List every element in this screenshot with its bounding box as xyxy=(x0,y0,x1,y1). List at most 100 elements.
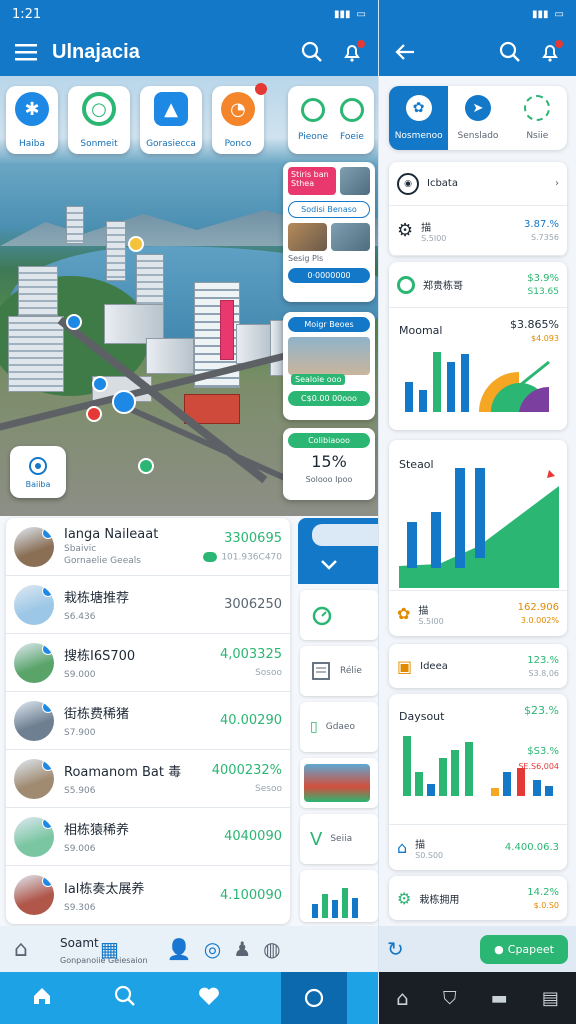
strip-chart-tile[interactable] xyxy=(300,870,378,922)
cta-button[interactable]: ● Cpapeet xyxy=(480,934,568,964)
chart-card[interactable]: Daysout $23.% $S3.% SE.S6,004 ⌂ 描 S0.S00 … xyxy=(389,694,567,870)
card-pill[interactable]: Colibiaooo xyxy=(288,433,370,448)
stat-row[interactable]: ✿ 描 S.5I00 162.906 3.0.002% xyxy=(389,590,567,636)
back-arrow-icon[interactable] xyxy=(391,38,419,66)
place-value: 4.100090 xyxy=(219,887,282,903)
stat-sub: S0.S00 xyxy=(415,850,444,860)
stat-card[interactable]: ⚙ 栽栋拥用 14.2% $.0.S0 xyxy=(389,876,567,920)
info-card[interactable]: Stiris ban Sthea Sodisi Benaso Sesig Pls… xyxy=(283,162,375,302)
list-item[interactable]: 栽栋塘推荐 S6.436 3006250 xyxy=(6,576,290,634)
location-row[interactable]: ◉ Icbata › xyxy=(389,162,567,206)
group-icon[interactable]: ♟ xyxy=(233,937,251,961)
card-pill[interactable]: Sodisi Benaso xyxy=(288,201,370,218)
list-item[interactable]: 相栋猿稀养 S9.006 4040090 xyxy=(6,808,290,866)
list-item[interactable]: Ianga Naileaat Sbaivic Gornaelie Geeals 330… xyxy=(6,518,290,576)
notification-bell-icon[interactable] xyxy=(338,38,366,66)
stat-value: 123.% xyxy=(527,654,559,666)
home-icon[interactable]: ⌂ xyxy=(396,986,409,1010)
heart-icon[interactable] xyxy=(198,986,220,1010)
strip-tile[interactable]: V Seiia xyxy=(300,814,378,864)
category-label: Gorasiecca xyxy=(146,139,196,149)
search-icon[interactable] xyxy=(298,38,326,66)
map-pin-icon[interactable] xyxy=(92,376,108,392)
stat-row[interactable]: ⌂ 描 S0.S00 4.400.06.3 xyxy=(389,824,567,870)
chart-card[interactable]: Steaol ✿ 描 S.5I00 162.906 3.0.002% xyxy=(389,440,567,636)
tab-nosmenoo[interactable]: ✿ Nosmenoo xyxy=(389,86,449,150)
user-icon[interactable]: 👤 xyxy=(167,937,192,961)
place-title: Ianga Naileaat xyxy=(64,527,159,542)
nav-item-selected[interactable] xyxy=(281,972,348,1024)
check-icon: V xyxy=(310,828,323,850)
chart-card[interactable]: 郑贵栋哥 $3.9% S13.65 Moomal $3.865% $4.093 xyxy=(389,262,567,430)
stat-sub: S.5I00 xyxy=(421,233,447,243)
map-pin-icon[interactable] xyxy=(86,406,102,422)
list-item[interactable]: 搜栋I6S700 S9.000 4,003325 Sosoo xyxy=(6,634,290,692)
category-sonmeit[interactable]: ○ Sonmeit xyxy=(68,86,130,154)
place-subvalue-wrap: 101.936C470 xyxy=(203,551,282,562)
chat-icon: ● xyxy=(494,942,504,956)
app-bar: Ulnajacia xyxy=(0,28,378,76)
stat-sub-value: S13.65 xyxy=(527,286,559,297)
gauge-icon[interactable]: ◎ xyxy=(204,937,221,961)
stat-value: 162.906 xyxy=(517,602,559,613)
secondary-nav: ↻ ● Cpapeet xyxy=(379,926,576,972)
chevron-down-icon[interactable] xyxy=(320,558,338,572)
window-icon[interactable]: ▤ xyxy=(542,988,559,1009)
category-group-right[interactable]: Pieone Foeie xyxy=(288,86,374,154)
category-haiba[interactable]: ✱ Haiba xyxy=(6,86,58,154)
search-icon[interactable] xyxy=(114,985,136,1011)
card-percent: 15% xyxy=(311,452,347,471)
card-pill[interactable]: Moigr Beoes xyxy=(288,317,370,332)
map-pin-icon[interactable] xyxy=(112,390,136,414)
notification-bell-icon[interactable] xyxy=(536,38,564,66)
info-card[interactable]: Moigr Beoes Sealoie ooo C$0.00 00ooo xyxy=(283,312,375,420)
stat-row[interactable]: ⚙ 描 S.5I00 3.87.% S.7356 xyxy=(389,206,567,256)
stat-row[interactable]: ⚙ 栽栋拥用 14.2% $.0.S0 xyxy=(389,876,567,920)
shield-icon[interactable]: ⛉ xyxy=(443,988,457,1009)
target-icon xyxy=(524,95,551,121)
gear-icon: ⚙ xyxy=(397,888,412,908)
menu-icon[interactable] xyxy=(12,38,40,66)
toggle-switch[interactable] xyxy=(203,551,218,562)
card-button[interactable]: 0·0000000 xyxy=(288,268,370,283)
info-card[interactable]: Colibiaooo 15% Solooo Ipoo xyxy=(283,428,375,500)
map-pin-icon[interactable] xyxy=(66,314,82,330)
strip-tile[interactable] xyxy=(300,758,378,808)
globe-icon[interactable]: ◍ xyxy=(263,937,280,961)
card-button[interactable]: C$0.00 00ooo xyxy=(288,391,370,406)
refresh-icon[interactable]: ↻ xyxy=(387,937,404,961)
list-item[interactable]: Ial栋奏太展养 S9.306 4.100090 xyxy=(6,866,290,924)
place-subtitle: Sbaivic xyxy=(64,544,97,554)
strip-tile[interactable]: ▯ Gdaeo xyxy=(300,702,378,752)
list-item[interactable]: 街栋费稀猪 S7.900 40.00290 xyxy=(6,692,290,750)
thumbnail-image xyxy=(288,337,370,375)
strip-tile[interactable]: Rélie xyxy=(300,646,378,696)
map-pin-icon[interactable] xyxy=(128,236,144,252)
place-subtitle: S5.906 xyxy=(64,786,96,796)
category-ponco[interactable]: ◔ Ponco xyxy=(212,83,267,154)
place-subtitle: S9.306 xyxy=(64,902,96,913)
stat-sub: S.5I00 xyxy=(418,616,444,626)
folder-icon[interactable]: ▬ xyxy=(491,988,508,1009)
location-label: Icbata xyxy=(427,178,458,189)
map-pin-icon[interactable] xyxy=(138,458,154,474)
thumbnail-image xyxy=(340,167,370,195)
stat-sub-value: S.7356 xyxy=(531,233,559,242)
tab-nsiie[interactable]: Nsiie xyxy=(508,86,567,150)
tab-senslado[interactable]: ➤ Senslado xyxy=(448,86,507,150)
strip-search-bar[interactable] xyxy=(312,524,378,546)
strip-tile[interactable] xyxy=(300,590,378,640)
place-subtitle: S6.436 xyxy=(64,612,96,622)
category-gorasiecca[interactable]: ▲ Gorasiecca xyxy=(140,86,202,154)
notification-dot xyxy=(555,40,563,48)
list-item[interactable]: Roamanom Bat 毒 S5.906 4000232% Sesoo xyxy=(6,750,290,808)
locate-button[interactable]: Baiiba xyxy=(10,446,66,498)
home-outline-icon[interactable]: ⌂ xyxy=(14,937,28,962)
stat-card[interactable]: ▣ Ideea 123.% S3.8,06 xyxy=(389,644,567,688)
stat-row[interactable]: ▣ Ideea 123.% S3.8,06 xyxy=(389,644,567,688)
home-icon[interactable] xyxy=(31,985,53,1011)
stat-row[interactable]: 郑贵栋哥 $3.9% S13.65 xyxy=(389,262,567,308)
search-icon[interactable] xyxy=(496,38,524,66)
stat-title: Ideea xyxy=(420,660,448,672)
place-value: 4,003325 xyxy=(219,647,282,662)
